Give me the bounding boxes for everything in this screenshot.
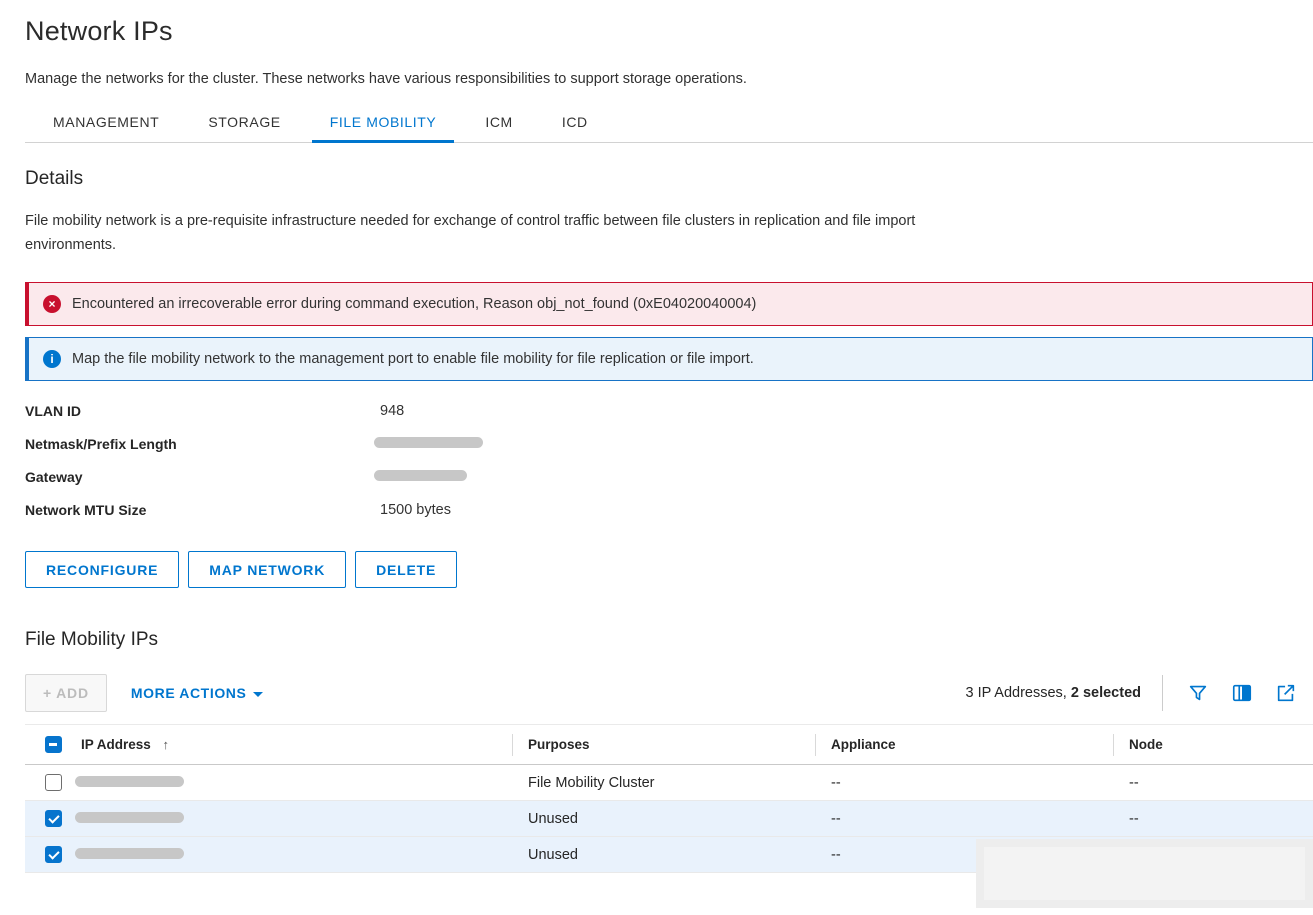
ip-count-status: 3 IP Addresses, 2 selected	[966, 685, 1141, 701]
purposes-cell: Unused	[512, 847, 815, 863]
row-checkbox[interactable]	[45, 774, 62, 791]
column-header-ip[interactable]: IP Address ↑	[81, 737, 512, 752]
delete-button[interactable]: DELETE	[355, 551, 457, 588]
column-header-node[interactable]: Node	[1113, 737, 1313, 752]
field-netmask: Netmask/Prefix Length 255.255.249.0	[25, 427, 1313, 460]
appliance-cell: --	[815, 811, 1113, 827]
row-checkbox[interactable]	[45, 846, 62, 863]
field-vlan-id: VLAN ID 948	[25, 394, 1313, 427]
column-header-appliance[interactable]: Appliance	[815, 737, 1113, 752]
redacted-ip-value: 10.245.49.200	[81, 775, 174, 791]
ip-table-toolbar: + ADD MORE ACTIONS 3 IP Addresses, 2 sel…	[25, 674, 1313, 712]
toolbar-divider	[1162, 675, 1163, 711]
caret-down-icon	[253, 692, 263, 697]
header-checkbox-cell	[25, 736, 81, 753]
column-settings-icon[interactable]	[1231, 682, 1253, 704]
more-actions-button[interactable]: MORE ACTIONS	[131, 685, 264, 701]
info-banner-text: Map the file mobility network to the man…	[72, 351, 754, 367]
row-checkbox-cell	[25, 846, 81, 863]
error-banner-text: Encountered an irrecoverable error durin…	[72, 296, 756, 312]
map-network-button[interactable]: MAP NETWORK	[188, 551, 346, 588]
field-label: Network MTU Size	[25, 502, 380, 518]
node-cell: --	[1113, 811, 1313, 827]
redacted-ip-value: 10.245.49.205	[81, 847, 174, 863]
network-tabs: MANAGEMENT STORAGE FILE MOBILITY ICM ICD	[25, 114, 1313, 143]
row-checkbox-cell	[25, 774, 81, 791]
network-details-list: VLAN ID 948 Netmask/Prefix Length 255.25…	[25, 394, 1313, 526]
table-row[interactable]: 10.245.49.200 File Mobility Cluster -- -…	[25, 765, 1313, 801]
field-value-redacted: 10.245.49.1	[380, 469, 457, 485]
appliance-cell: --	[815, 775, 1113, 791]
details-heading: Details	[25, 168, 1313, 190]
ip-selected-text: 2 selected	[1071, 685, 1141, 701]
error-icon: ×	[43, 295, 61, 313]
tab-storage[interactable]: STORAGE	[190, 114, 298, 142]
field-value: 948	[380, 403, 404, 419]
tab-icm[interactable]: ICM	[467, 114, 530, 142]
purposes-cell: File Mobility Cluster	[512, 775, 815, 791]
row-checkbox-cell	[25, 810, 81, 827]
sort-ascending-icon: ↑	[163, 737, 170, 752]
add-button[interactable]: + ADD	[25, 674, 107, 712]
redacted-ip-value: 10.245.49.201	[81, 811, 174, 827]
network-actions: RECONFIGURE MAP NETWORK DELETE	[25, 551, 1313, 588]
field-label: VLAN ID	[25, 403, 380, 419]
table-header-row: IP Address ↑ Purposes Appliance Node	[25, 724, 1313, 765]
purposes-cell: Unused	[512, 811, 815, 827]
node-cell: --	[1113, 775, 1313, 791]
ip-address-cell: 10.245.49.205	[81, 847, 512, 863]
tab-icd[interactable]: ICD	[544, 114, 606, 142]
details-description: File mobility network is a pre-requisite…	[25, 209, 920, 257]
reconfigure-button[interactable]: RECONFIGURE	[25, 551, 179, 588]
file-mobility-ips-heading: File Mobility IPs	[25, 629, 1313, 651]
info-icon: i	[43, 350, 61, 368]
table-row[interactable]: 10.245.49.201 Unused -- --	[25, 801, 1313, 837]
ip-count-text: 3 IP Addresses,	[966, 685, 1067, 701]
redaction-overlay	[976, 839, 1313, 908]
info-banner: i Map the file mobility network to the m…	[25, 337, 1313, 381]
tab-file-mobility[interactable]: FILE MOBILITY	[312, 114, 455, 142]
select-all-checkbox[interactable]	[45, 736, 62, 753]
row-checkbox[interactable]	[45, 810, 62, 827]
export-icon[interactable]	[1275, 682, 1297, 704]
field-value: 1500 bytes	[380, 502, 451, 518]
error-banner: × Encountered an irrecoverable error dur…	[25, 282, 1313, 326]
field-gateway: Gateway 10.245.49.1	[25, 460, 1313, 493]
column-header-purposes[interactable]: Purposes	[512, 737, 815, 752]
field-mtu: Network MTU Size 1500 bytes	[25, 493, 1313, 526]
tab-management[interactable]: MANAGEMENT	[35, 114, 177, 142]
field-label: Netmask/Prefix Length	[25, 436, 380, 452]
field-value-redacted: 255.255.249.0	[380, 436, 473, 452]
field-label: Gateway	[25, 469, 380, 485]
ip-address-cell: 10.245.49.201	[81, 811, 512, 827]
page-title: Network IPs	[25, 16, 1313, 47]
filter-icon[interactable]	[1187, 682, 1209, 704]
ip-address-cell: 10.245.49.200	[81, 775, 512, 791]
more-actions-label: MORE ACTIONS	[131, 685, 247, 701]
page-intro: Manage the networks for the cluster. The…	[25, 71, 1313, 87]
